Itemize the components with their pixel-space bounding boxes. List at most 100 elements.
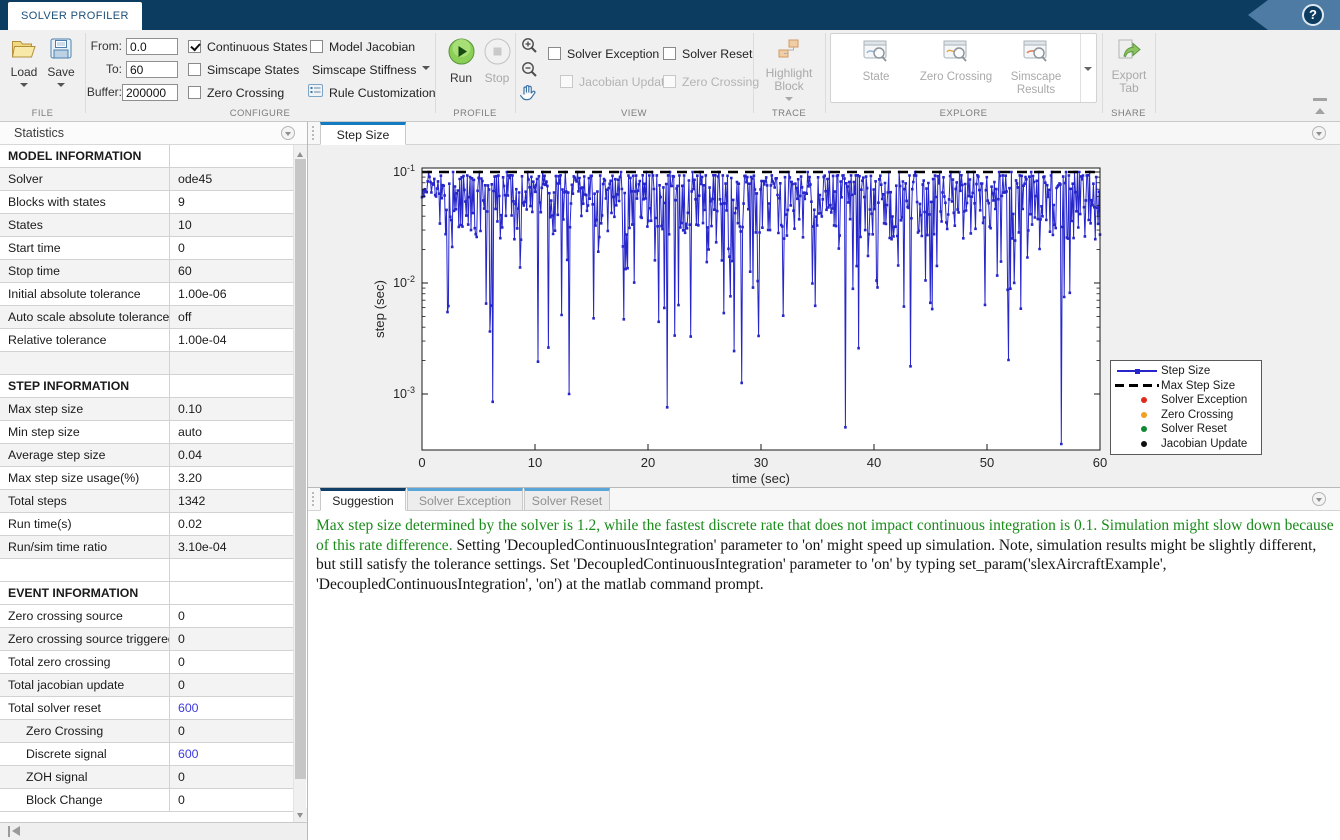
export-icon bbox=[1116, 38, 1142, 67]
collapse-panel-button[interactable] bbox=[281, 126, 295, 140]
checkbox-box bbox=[188, 63, 201, 76]
zero-crossing-explorer-icon bbox=[943, 40, 969, 68]
zoom-out-icon[interactable] bbox=[521, 61, 538, 83]
skip-to-start-icon[interactable] bbox=[8, 826, 20, 837]
titlebar: SOLVER PROFILER ? bbox=[0, 0, 1340, 30]
table-row[interactable]: Average step size0.04 bbox=[0, 444, 293, 467]
tab-solver-reset[interactable]: Solver Reset bbox=[524, 488, 610, 511]
simscape-results-button: Simscape Results bbox=[997, 34, 1075, 102]
tab-solver-profiler[interactable]: SOLVER PROFILER bbox=[8, 2, 142, 30]
table-row[interactable]: Total jacobian update0 bbox=[0, 674, 293, 697]
checkbox-continuous-states[interactable]: Continuous States bbox=[188, 39, 308, 54]
checkbox-view-solver-reset[interactable]: Solver Reset bbox=[663, 46, 752, 61]
help-button[interactable]: ? bbox=[1302, 4, 1324, 26]
legend-label: Zero Crossing bbox=[1161, 409, 1233, 421]
svg-text:20: 20 bbox=[641, 455, 655, 470]
from-label: From: bbox=[91, 38, 122, 55]
zero-crossing-button: Zero Crossing bbox=[917, 34, 995, 102]
row-value bbox=[170, 582, 293, 604]
simscape-results-label: Simscape Results bbox=[997, 71, 1075, 97]
checkbox-label: Solver Reset bbox=[682, 47, 752, 61]
chart-legend: Step SizeMax Step SizeSolver ExceptionZe… bbox=[1110, 360, 1262, 455]
row-value: 1.00e-06 bbox=[170, 283, 293, 305]
load-button[interactable]: Load bbox=[6, 38, 42, 91]
tabbar-grip[interactable] bbox=[312, 126, 314, 140]
checkbox-label: Zero Crossing bbox=[682, 75, 759, 89]
collapse-panel-button[interactable] bbox=[1312, 492, 1326, 506]
table-row[interactable]: Total steps1342 bbox=[0, 490, 293, 513]
table-row[interactable]: ZOH signal0 bbox=[0, 766, 293, 789]
table-row[interactable]: Solverode45 bbox=[0, 168, 293, 191]
table-row[interactable]: Zero crossing source triggered0 bbox=[0, 628, 293, 651]
table-row[interactable]: Stop time60 bbox=[0, 260, 293, 283]
section-label-share: SHARE bbox=[1102, 108, 1155, 119]
tab-step-size[interactable]: Step Size bbox=[320, 122, 406, 145]
svg-text:50: 50 bbox=[980, 455, 994, 470]
table-row[interactable]: Auto scale absolute toleranceoff bbox=[0, 306, 293, 329]
table-row[interactable]: Relative tolerance1.00e-04 bbox=[0, 329, 293, 352]
table-row[interactable]: Zero Crossing0 bbox=[0, 720, 293, 743]
row-value-link[interactable]: 600 bbox=[170, 697, 293, 719]
pan-hand-icon[interactable] bbox=[518, 83, 538, 108]
table-row[interactable]: Blocks with states9 bbox=[0, 191, 293, 214]
row-value: 10 bbox=[170, 214, 293, 236]
collapse-panel-button[interactable] bbox=[1312, 126, 1326, 140]
scrollbar-thumb[interactable] bbox=[295, 159, 306, 779]
row-label: Stop time bbox=[0, 260, 170, 282]
collapse-ribbon-button[interactable] bbox=[1313, 98, 1327, 114]
checkbox-view-solver-exception[interactable]: Solver Exception bbox=[548, 46, 659, 61]
tabbar-grip[interactable] bbox=[312, 492, 314, 506]
table-row[interactable]: Zero crossing source0 bbox=[0, 605, 293, 628]
checkbox-model-jacobian[interactable]: Model Jacobian bbox=[310, 39, 415, 54]
ribbon-toolbar: Load Save FILE From: To: Buffer: Continu… bbox=[0, 30, 1340, 122]
to-input[interactable] bbox=[126, 61, 178, 78]
zoom-in-icon[interactable] bbox=[521, 37, 538, 59]
table-row[interactable]: Min step sizeauto bbox=[0, 421, 293, 444]
statistics-scrollbar[interactable] bbox=[293, 145, 306, 822]
tab-solver-exception[interactable]: Solver Exception bbox=[407, 488, 523, 511]
svg-text:10-1: 10-1 bbox=[393, 163, 415, 179]
table-row[interactable]: Run/sim time ratio3.10e-04 bbox=[0, 536, 293, 559]
table-row[interactable]: Discrete signal600 bbox=[0, 743, 293, 766]
checkbox-simscape-states[interactable]: Simscape States bbox=[188, 62, 299, 77]
rule-customization-button[interactable]: Rule Customization bbox=[308, 85, 436, 100]
table-row bbox=[0, 352, 293, 375]
checkbox-zero-crossing[interactable]: Zero Crossing bbox=[188, 85, 284, 100]
run-icon bbox=[448, 38, 475, 70]
table-row[interactable]: Total solver reset600 bbox=[0, 697, 293, 720]
explore-group: State Zero Crossing Simscape Results bbox=[830, 33, 1097, 103]
row-label: Average step size bbox=[0, 444, 170, 466]
to-field-row: To: bbox=[60, 61, 184, 79]
checkbox-label: Model Jacobian bbox=[329, 40, 415, 54]
row-value: 60 bbox=[170, 260, 293, 282]
legend-swatch-marker bbox=[1115, 422, 1161, 436]
checkbox-view-zero-crossing: Zero Crossing bbox=[663, 74, 759, 89]
simscape-stiffness-dropdown[interactable]: Simscape Stiffness bbox=[312, 62, 430, 77]
run-button[interactable]: Run bbox=[446, 38, 476, 85]
buffer-input[interactable] bbox=[122, 84, 178, 101]
table-row[interactable]: Total zero crossing0 bbox=[0, 651, 293, 674]
row-value: 0 bbox=[170, 720, 293, 742]
scroll-down-icon[interactable] bbox=[294, 808, 307, 821]
table-row[interactable]: Start time0 bbox=[0, 237, 293, 260]
table-row[interactable]: States10 bbox=[0, 214, 293, 237]
row-label: ZOH signal bbox=[0, 766, 170, 788]
row-value-link[interactable]: 600 bbox=[170, 743, 293, 765]
explore-more-button[interactable] bbox=[1080, 34, 1096, 102]
step-size-panel: Step Size 10-110-210-30102030405060time … bbox=[308, 122, 1340, 488]
table-row[interactable]: Max step size0.10 bbox=[0, 398, 293, 421]
row-label: Blocks with states bbox=[0, 191, 170, 213]
legend-label: Step Size bbox=[1161, 365, 1210, 377]
checkbox-label: Simscape States bbox=[207, 63, 299, 77]
tab-suggestion[interactable]: Suggestion bbox=[320, 488, 406, 511]
table-row[interactable]: Block Change0 bbox=[0, 789, 293, 812]
section-label-profile: PROFILE bbox=[435, 108, 515, 119]
table-row[interactable]: Run time(s)0.02 bbox=[0, 513, 293, 536]
table-row[interactable]: Initial absolute tolerance1.00e-06 bbox=[0, 283, 293, 306]
from-input[interactable] bbox=[126, 38, 178, 55]
scroll-up-icon[interactable] bbox=[294, 145, 307, 158]
section-label-configure: CONFIGURE bbox=[85, 108, 435, 119]
row-label: Zero Crossing bbox=[0, 720, 170, 742]
table-row[interactable]: Max step size usage(%)3.20 bbox=[0, 467, 293, 490]
row-label: Total zero crossing bbox=[0, 651, 170, 673]
